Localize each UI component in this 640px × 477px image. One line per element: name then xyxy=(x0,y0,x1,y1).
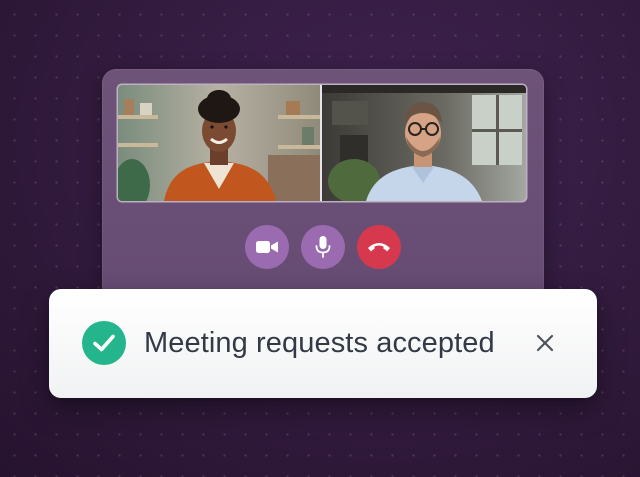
camera-button[interactable] xyxy=(245,225,289,269)
toast-message: Meeting requests accepted xyxy=(144,327,495,359)
participant-video-right[interactable] xyxy=(322,85,526,201)
close-icon xyxy=(536,334,554,352)
microphone-button[interactable] xyxy=(301,225,345,269)
end-call-button[interactable] xyxy=(357,225,401,269)
notification-toast: Meeting requests accepted xyxy=(49,289,597,398)
participant-left-image xyxy=(118,85,320,201)
participant-video-left[interactable] xyxy=(118,85,322,201)
call-controls xyxy=(102,225,544,269)
video-camera-icon xyxy=(256,241,278,253)
close-button[interactable] xyxy=(531,329,559,357)
check-circle-icon xyxy=(82,321,126,365)
video-grid xyxy=(118,85,526,201)
participant-right-image xyxy=(322,85,526,201)
hang-up-icon xyxy=(368,243,390,252)
microphone-icon xyxy=(315,236,331,258)
